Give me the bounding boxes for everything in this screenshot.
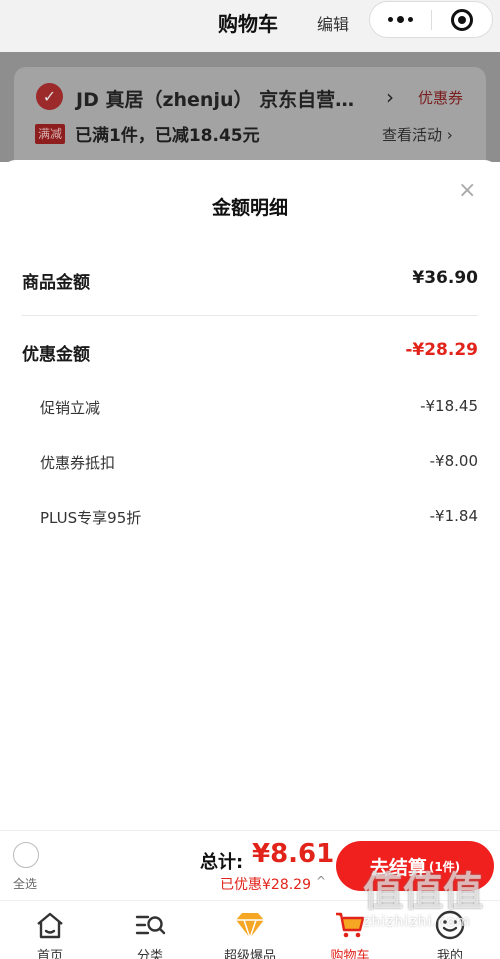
tab-label: 首页 — [36, 949, 63, 959]
close-icon[interactable]: × — [458, 178, 476, 203]
discount-item-value: -¥8.00 — [429, 452, 478, 470]
tab-label: 我的 — [436, 949, 463, 959]
saved-amount[interactable]: 已优惠¥28.29 — [220, 874, 311, 894]
discount-item-row: 促销立减 -¥18.45 — [40, 397, 478, 418]
view-activity-link[interactable]: 查看活动 › — [382, 124, 453, 145]
chevron-right-icon[interactable]: › — [386, 85, 394, 109]
tab-home[interactable]: 首页 — [0, 901, 100, 959]
discount-item-row: PLUS专享95折 -¥1.84 — [40, 507, 478, 528]
tab-category[interactable]: 分类 — [100, 901, 200, 959]
target-icon — [450, 8, 473, 31]
discount-amount-label: 优惠金额 — [22, 345, 90, 365]
tab-label: 超级爆品 — [223, 949, 276, 959]
edit-button[interactable]: 编辑 — [317, 11, 349, 35]
category-search-icon — [135, 915, 166, 935]
watermark-logo: 值值值 — [363, 869, 483, 915]
dot-icon — [396, 16, 404, 23]
store-checkbox-checked[interactable]: ✓ — [36, 83, 63, 110]
total-value: ¥8.61 — [252, 839, 335, 869]
store-name[interactable]: JD 真居（zhenju） 京东自营… — [76, 85, 354, 112]
discount-item-value: -¥1.84 — [429, 507, 478, 525]
tab-label: 购物车 — [330, 949, 370, 959]
discount-item-value: -¥18.45 — [420, 397, 478, 415]
discount-item-label: 优惠券抵扣 — [40, 454, 116, 472]
chevron-up-icon[interactable]: ^ — [316, 874, 326, 888]
select-all-checkbox[interactable] — [13, 842, 39, 868]
select-all-label[interactable]: 全选 — [13, 875, 37, 892]
page-title: 购物车 — [218, 12, 278, 36]
nav-header: 购物车 编辑 — [0, 0, 500, 52]
close-miniprogram-button[interactable] — [431, 2, 492, 37]
tab-super-deals[interactable]: 超级爆品 — [200, 901, 300, 959]
coupon-link[interactable]: 优惠券 — [418, 87, 463, 108]
goods-amount-value: ¥36.90 — [412, 268, 478, 288]
cart-icon — [336, 912, 365, 938]
watermark: 值值值 zhizhizhi.com — [363, 870, 498, 930]
diamond-icon — [236, 913, 264, 941]
tab-label: 分类 — [136, 949, 163, 959]
dot-icon — [387, 17, 393, 22]
discount-item-row: 优惠券抵扣 -¥8.00 — [40, 452, 478, 473]
discount-amount-value: -¥28.29 — [405, 340, 478, 360]
promo-tag: 满减 — [35, 124, 66, 144]
goods-amount-row: 商品金额 ¥36.90 — [22, 268, 478, 293]
discount-item-label: PLUS专享95折 — [40, 509, 142, 527]
more-options-button[interactable] — [370, 2, 431, 37]
amount-detail-sheet: 金额明细 × 商品金额 ¥36.90 优惠金额 -¥28.29 促销立减 -¥1… — [0, 160, 500, 830]
watermark-url: zhizhizhi.com — [363, 914, 471, 930]
dot-icon — [407, 17, 413, 22]
sheet-title: 金额明细 — [211, 197, 288, 219]
home-icon — [37, 912, 63, 939]
discount-amount-row: 优惠金额 -¥28.29 — [22, 340, 478, 365]
promo-text: 已满1件，已减18.45元 — [75, 126, 260, 146]
divider — [22, 315, 478, 316]
goods-amount-label: 商品金额 — [22, 273, 90, 293]
discount-item-label: 促销立减 — [40, 399, 101, 417]
miniprogram-capsule — [369, 1, 493, 38]
total-label: 总计: — [200, 852, 244, 873]
